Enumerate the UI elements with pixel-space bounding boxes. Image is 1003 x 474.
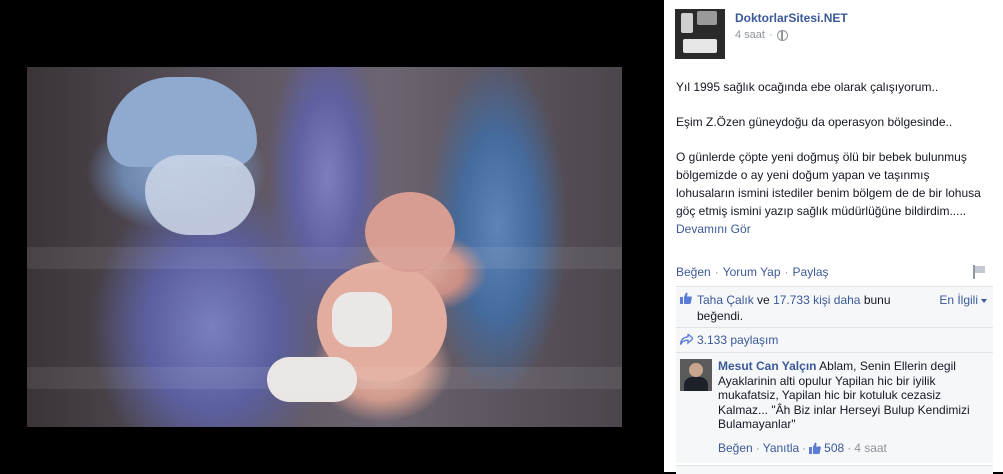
flag-icon[interactable] — [973, 265, 985, 279]
post-side-panel: DoktorlarSitesi.NET 4 saat · Yıl 1995 sa… — [664, 0, 1003, 474]
comment-footer: Beğen · Yanıtla · 508 · 4 saat — [718, 441, 887, 455]
separator: · — [768, 29, 773, 41]
photo-cap-shape — [107, 77, 257, 167]
comment-item: Mesut Can Yalçın Ablam, Senin Ellerin de… — [676, 353, 993, 463]
avatar-shape — [683, 39, 717, 53]
like-button[interactable]: Beğen — [676, 265, 711, 279]
comment-sort-dropdown[interactable]: En İlgili — [939, 293, 987, 307]
post-paragraph: Yıl 1995 sağlık ocağında ebe olarak çalı… — [676, 80, 939, 94]
photo-glass-reflection — [27, 247, 622, 269]
post-paragraph: O günlerde çöpte yeni doğmuş ölü bir beb… — [676, 148, 991, 238]
feedback-box: Taha Çalık ve 17.733 kişi daha bunu beğe… — [676, 286, 993, 474]
comment-reply-button[interactable]: Yanıtla — [763, 441, 799, 455]
separator: · — [784, 265, 789, 279]
page-name-link[interactable]: DoktorlarSitesi.NET — [735, 11, 848, 25]
likes-summary: Taha Çalık ve 17.733 kişi daha bunu beğe… — [697, 292, 907, 324]
shares-row: 3.133 paylaşım — [676, 328, 993, 353]
photo-glass-reflection — [27, 367, 622, 389]
commenter-avatar[interactable] — [680, 359, 712, 391]
post-paragraph: Eşim Z.Özen güneydoğu da operasyon bölge… — [676, 115, 953, 129]
thumbs-up-icon — [809, 442, 822, 454]
page-avatar[interactable] — [675, 9, 725, 59]
globe-icon[interactable] — [776, 29, 788, 41]
post-meta: 4 saat · — [735, 29, 788, 41]
post-paragraph-text: O günlerde çöpte yeni doğmuş ölü bir beb… — [676, 150, 981, 218]
photo-mask-shape — [145, 155, 255, 235]
thumbs-up-icon — [680, 292, 692, 304]
likes-and: ve — [757, 293, 770, 307]
separator: · — [847, 441, 852, 455]
photo-viewer — [0, 0, 664, 472]
comment-like-button[interactable]: Beğen — [718, 441, 753, 455]
comment-body: Mesut Can Yalçın Ablam, Senin Ellerin de… — [718, 359, 986, 432]
separator: · — [755, 441, 760, 455]
avatar-shape — [697, 11, 717, 25]
comment-button[interactable]: Yorum Yap — [723, 265, 781, 279]
shares-link[interactable]: 3.133 paylaşım — [697, 333, 778, 347]
comment-like-count[interactable]: 508 — [824, 441, 844, 455]
post-text: Yıl 1995 sağlık ocağında ebe olarak çalı… — [676, 78, 991, 238]
avatar-shape — [681, 13, 693, 33]
avatar-shape — [684, 377, 708, 391]
post-photo[interactable] — [27, 67, 622, 427]
likes-row: Taha Çalık ve 17.733 kişi daha bunu beğe… — [676, 287, 993, 328]
others-link[interactable]: 17.733 kişi daha — [773, 293, 860, 307]
share-button[interactable]: Paylaş — [793, 265, 829, 279]
share-arrow-icon — [680, 334, 693, 345]
post-actions: Beğen · Yorum Yap · Paylaş — [676, 265, 829, 279]
separator: · — [802, 441, 807, 455]
comment-time[interactable]: 4 saat — [854, 441, 887, 455]
next-comment-row — [676, 465, 993, 474]
separator: · — [714, 265, 719, 279]
avatar-shape — [689, 363, 703, 377]
comment-author-link[interactable]: Mesut Can Yalçın — [718, 359, 816, 373]
post-time[interactable]: 4 saat — [735, 29, 765, 41]
photo-diaper-shape — [332, 292, 392, 347]
liker-name-link[interactable]: Taha Çalık — [697, 293, 754, 307]
see-more-link[interactable]: Devamını Gör — [676, 222, 751, 236]
